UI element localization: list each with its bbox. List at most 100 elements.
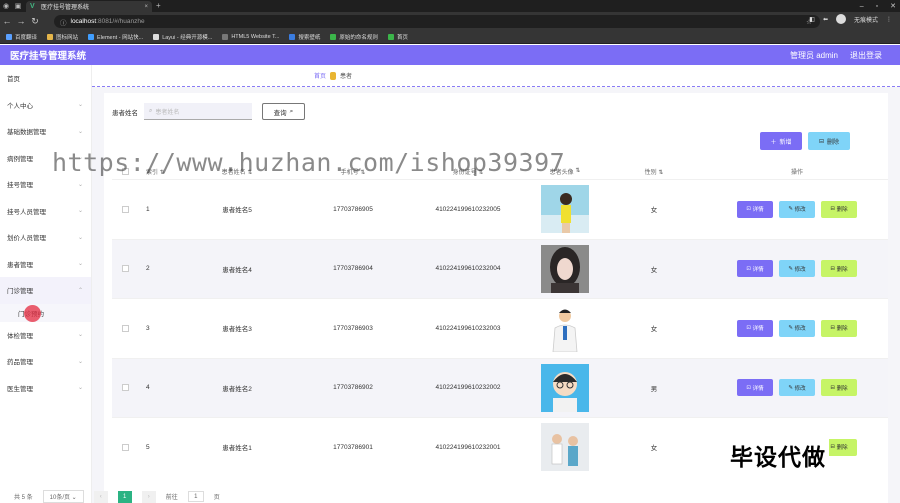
row-phone: 17703786903 xyxy=(333,324,373,332)
sidebar-subitem-outpatient-booking[interactable]: 门诊预约 xyxy=(0,303,91,322)
row-checkbox[interactable] xyxy=(121,443,129,451)
row-idcard: 410224199610232002 xyxy=(435,384,501,392)
query-button-label: 查询 xyxy=(273,109,287,117)
patient-avatar[interactable] xyxy=(541,363,589,412)
sidebar-item-label: 病例管理 xyxy=(7,155,33,163)
sidebar-item-registration-staff[interactable]: 挂号人员管理 ⌄ xyxy=(0,198,91,225)
close-window-icon[interactable]: ✕ xyxy=(890,2,896,10)
patient-avatar[interactable] xyxy=(541,185,589,234)
bookmark-label: 搜索壁纸 xyxy=(298,34,321,41)
edit-icon: ✎ xyxy=(788,206,794,213)
patient-avatar[interactable] xyxy=(541,244,589,293)
sidebar-item-profile[interactable]: 个人中心 ⌄ xyxy=(0,92,91,119)
detail-icon: ⊡ xyxy=(746,384,752,391)
add-button[interactable]: ＋新增 xyxy=(760,132,802,150)
bookmark-item[interactable]: 原始的命名规则 xyxy=(330,33,378,41)
row-name: 患者姓名4 xyxy=(222,266,252,274)
patient-name-input[interactable]: ⌕ 患者姓名 xyxy=(144,103,252,120)
patient-avatar[interactable] xyxy=(541,423,589,472)
col-sex[interactable]: 性别 ⇅ xyxy=(602,167,706,176)
bookmark-item[interactable]: 首页 xyxy=(387,33,408,41)
row-checkbox[interactable] xyxy=(121,205,129,213)
breadcrumb-home[interactable]: 首页 xyxy=(314,71,326,80)
sidebar-item-home[interactable]: 首页 xyxy=(0,65,91,92)
detail-icon: ⊡ xyxy=(746,206,752,213)
row-checkbox[interactable] xyxy=(121,384,129,392)
bookmark-item[interactable]: 百度翻译 xyxy=(6,33,37,41)
chevron-down-icon: ⌄ xyxy=(77,234,83,241)
delete-button[interactable]: ⊟ 删除 xyxy=(821,379,857,397)
forward-icon[interactable]: → xyxy=(14,16,28,26)
row-name: 患者姓名5 xyxy=(222,207,252,215)
detail-button[interactable]: ⊡ 详情 xyxy=(737,260,773,278)
click-indicator xyxy=(24,305,41,322)
sidebar: 首页 个人中心 ⌄ 基础数据管理 ⌄ 病例管理 ⌄ 挂号管理 ⌄ 挂号人员管理 ⌄ 划价人… xyxy=(0,65,92,503)
bulk-delete-button[interactable]: ⊟ 删除 xyxy=(808,132,850,150)
back-arrow-icon[interactable]: ⬅ xyxy=(823,16,828,23)
delete-button[interactable]: ⊟ 删除 xyxy=(821,260,857,278)
url-field[interactable]: ⓘ localhost:8081/#/huanzhe ☆ xyxy=(54,15,820,28)
profile-label: 无痕模式 xyxy=(853,17,878,24)
back-icon[interactable]: ← xyxy=(0,16,14,26)
bookmark-icon xyxy=(387,33,394,40)
prev-page-button[interactable]: ‹ xyxy=(93,490,108,503)
sidebar-item-patients[interactable]: 患者管理 ⌄ xyxy=(0,251,91,278)
minimize-icon[interactable]: – xyxy=(860,3,864,10)
edit-button[interactable]: ✎ 修改 xyxy=(779,260,815,278)
bookmark-label: 首页 xyxy=(396,34,408,41)
window-controls: – ▫ ✕ xyxy=(860,0,896,12)
bookmark-icon xyxy=(6,33,12,40)
browser-menu-dots-icon[interactable]: ⋮ xyxy=(886,16,892,23)
close-tab-icon[interactable]: × xyxy=(144,4,148,10)
bookmark-icon xyxy=(330,33,337,40)
browser-tab-strip: ◉ ▣ V 医疗挂号管理系统 × + – ▫ ✕ xyxy=(0,0,900,12)
bookmark-item[interactable]: Layui - 经典开源模... xyxy=(153,33,212,41)
query-button[interactable]: 查询 ⌕ xyxy=(262,103,305,120)
bookmark-item[interactable]: 图标网站 xyxy=(47,33,78,41)
bookmark-item[interactable]: Element - 网站快... xyxy=(88,33,143,41)
browser-tab[interactable]: V 医疗挂号管理系统 × xyxy=(26,1,152,12)
chevron-up-icon: ⌃ xyxy=(77,287,83,294)
sidebar-item-pricing-staff[interactable]: 划价人员管理 ⌄ xyxy=(0,224,91,251)
sidebar-item-checkup[interactable]: 体检管理 ⌄ xyxy=(0,322,91,349)
row-checkbox[interactable] xyxy=(121,265,129,273)
extensions-icon[interactable]: ◧ xyxy=(809,16,815,23)
edit-button[interactable]: ✎ 修改 xyxy=(779,379,815,397)
new-tab-icon[interactable]: + xyxy=(156,1,161,10)
maximize-icon[interactable]: ▫ xyxy=(876,3,878,10)
delete-button[interactable]: ⊟ 删除 xyxy=(821,319,857,337)
sidebar-item-label: 体检管理 xyxy=(7,332,33,340)
edit-button[interactable]: ✎ 修改 xyxy=(779,200,815,218)
incognito-avatar[interactable] xyxy=(835,14,846,24)
page-size-select[interactable]: 10条/页 ⌄ xyxy=(42,490,84,503)
sidebar-item-drugs[interactable]: 药品管理 ⌄ xyxy=(0,348,91,375)
sidebar-item-basic-data[interactable]: 基础数据管理 ⌄ xyxy=(0,118,91,145)
detail-button[interactable]: ⊡ 详情 xyxy=(737,200,773,218)
logout-link[interactable]: 退出登录 xyxy=(850,50,882,61)
reload-icon[interactable]: ↻ xyxy=(28,16,42,27)
tab-search-icon[interactable]: ▣ xyxy=(12,0,24,12)
delete-button[interactable]: ⊟ 删除 xyxy=(821,200,857,218)
sidebar-item-doctors[interactable]: 医生管理 ⌄ xyxy=(0,375,91,402)
bookmark-label: 百度翻译 xyxy=(15,34,38,41)
patient-avatar[interactable] xyxy=(541,304,589,353)
bookmark-label: Element - 网站快... xyxy=(97,34,144,41)
bulk-delete-label: 删除 xyxy=(827,139,840,146)
edit-icon: ✎ xyxy=(788,265,794,272)
detail-button[interactable]: ⊡ 详情 xyxy=(737,319,773,337)
goto-page-input[interactable]: 1 xyxy=(187,491,204,502)
sidebar-item-outpatient[interactable]: 门诊管理 ⌃ xyxy=(0,277,91,304)
browser-menu-icon[interactable]: ◉ xyxy=(0,0,12,12)
app-header: 医疗挂号管理系统 管理员 admin 退出登录 xyxy=(0,45,900,65)
page-number-button[interactable]: 1 xyxy=(117,490,132,503)
edit-button[interactable]: ✎ 修改 xyxy=(779,319,815,337)
bookmark-item[interactable]: 搜索壁纸 xyxy=(289,33,320,41)
row-idcard: 410224199610232003 xyxy=(435,324,501,332)
row-checkbox[interactable] xyxy=(121,324,129,332)
breadcrumb-current: 患者 xyxy=(340,74,353,80)
bookmark-label: 图标网站 xyxy=(56,34,79,41)
detail-button[interactable]: ⊡ 详情 xyxy=(737,379,773,397)
next-page-button[interactable]: › xyxy=(141,490,156,503)
bookmark-item[interactable]: HTML5 Website T... xyxy=(222,33,279,40)
chevron-down-icon: ⌄ xyxy=(77,128,83,135)
